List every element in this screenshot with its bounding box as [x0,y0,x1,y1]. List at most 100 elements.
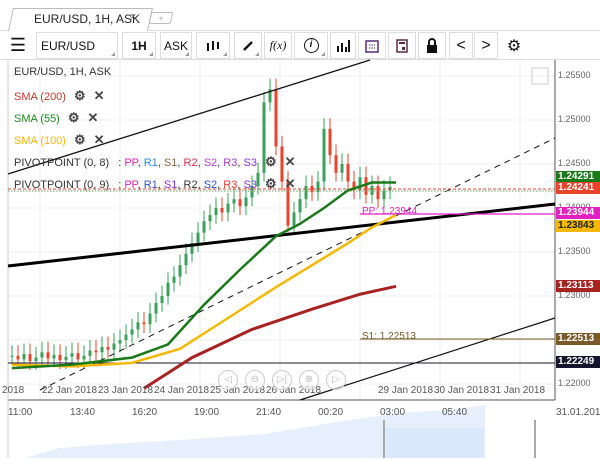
date-tick: 30 Jan 2018 [434,385,490,396]
candle [16,355,20,360]
candle [100,347,104,353]
time-tick: 13:40 [70,407,96,418]
candle [166,282,170,296]
price-label: 1.22513 [556,332,600,345]
time-tick: 03:00 [380,407,406,418]
pivot-level-label: R2 [183,179,198,191]
candle [58,354,62,361]
legend-item-sma-100-[interactable]: SMA (100) ⚙ ✕ [14,132,105,148]
date-tick: 2018 [2,385,25,396]
price-label: 1.23113 [556,280,600,293]
close-icon[interactable]: ✕ [94,132,105,147]
close-icon[interactable]: ✕ [94,88,105,103]
candle [346,164,350,182]
candle [238,199,242,207]
date-tick: 24 Jan 2018 [154,385,210,396]
candle [124,334,128,340]
gear-icon[interactable]: ⚙ [74,88,86,103]
candle [88,350,92,356]
time-tick: 21:40 [256,407,282,418]
pivot-level-label: S2 [203,179,218,191]
candle [112,343,116,350]
price-tick: 1.25500 [558,70,591,80]
candle [106,347,110,350]
candle [220,208,224,213]
pivot-s1-annotation: S1: 1.22513 [362,331,416,342]
legend-label: PIVOTPOINT (0, 8) [14,157,110,169]
candle [232,199,236,204]
pivot-level-label: R1 [143,179,158,191]
candle [94,350,98,353]
candle [40,352,44,358]
date-tick: 23 Jan 2018 [98,385,154,396]
candle [304,186,308,200]
play-button[interactable]: ▷ [326,370,346,390]
price-label: 1.23944 [556,206,600,219]
candle [334,155,338,173]
candle [244,197,248,207]
date-tick: 29 Jan 2018 [378,385,434,396]
scroll-back-button[interactable]: ◁ [218,370,238,390]
time-tick: 11:00 [8,407,33,418]
gear-icon[interactable]: ⚙ [74,132,86,147]
candle [64,356,68,361]
candle [118,340,122,344]
candle [274,89,278,147]
candle [22,354,26,360]
pivot-level-label: S2 [203,157,218,169]
candle [370,186,374,195]
candle [340,164,344,173]
price-label: 1.24241 [556,181,600,194]
price-tick: 1.22000 [558,378,591,388]
candle [322,128,326,182]
sma-200-line [143,284,397,390]
pivot-level-label: R3 [223,157,238,169]
candle [226,203,230,213]
time-tick: 31.01.2018 [556,407,600,418]
time-tick: 16:20 [132,407,158,418]
close-icon[interactable]: ✕ [88,110,99,125]
legend-item-pivotpoint[interactable]: PIVOTPOINT (0, 8) : PP, R1, S1, R2, S2, … [14,154,296,170]
candle [358,177,362,191]
candle [214,208,218,216]
candle [154,303,158,314]
candle [292,212,296,226]
candle [76,353,80,360]
gear-icon[interactable]: ⚙ [265,176,277,191]
price-label: 1.23843 [556,219,600,232]
candle [196,232,200,244]
close-icon[interactable]: ✕ [285,176,296,191]
candle [46,352,50,359]
legend-item-sma-55-[interactable]: SMA (55) ⚙ ✕ [14,110,98,126]
candle [202,221,206,233]
candle [82,355,86,360]
candle [382,190,386,200]
pivot-level-label: R1 [143,157,158,169]
legend-label: SMA (55) [14,113,60,125]
time-tick: 05:40 [442,407,468,418]
candle [136,322,140,330]
zoom-out-button[interactable]: ⊖ [245,370,265,390]
price-tick: 1.24500 [558,158,591,168]
candle [10,355,14,357]
pivot-level-label: S3 [243,157,257,169]
legend-item-pivotpoint[interactable]: PIVOTPOINT (0, 9) : PP, R1, S1, R2, S2, … [14,176,296,192]
pivot-level-label: PP [124,179,138,191]
legend-label: SMA (100) [14,135,66,147]
price-label: 1.22249 [556,356,600,369]
legend-item-sma-200-[interactable]: SMA (200) ⚙ ✕ [14,88,105,104]
legend-label: PIVOTPOINT (0, 9) [14,179,110,191]
support-trendline [7,202,556,268]
gear-icon[interactable]: ⚙ [265,154,277,169]
gear-icon[interactable]: ⚙ [68,110,80,125]
candle [376,186,380,200]
close-icon[interactable]: ✕ [285,154,296,169]
candle [178,265,182,277]
candle [328,128,332,156]
date-tick: 22 Jan 2018 [42,385,98,396]
pivot-level-label: S1 [163,179,178,191]
candle [148,313,152,325]
candle [184,253,188,266]
go-to-end-button[interactable]: ▷| [272,370,292,390]
zoom-in-button[interactable]: ⊕ [299,370,319,390]
